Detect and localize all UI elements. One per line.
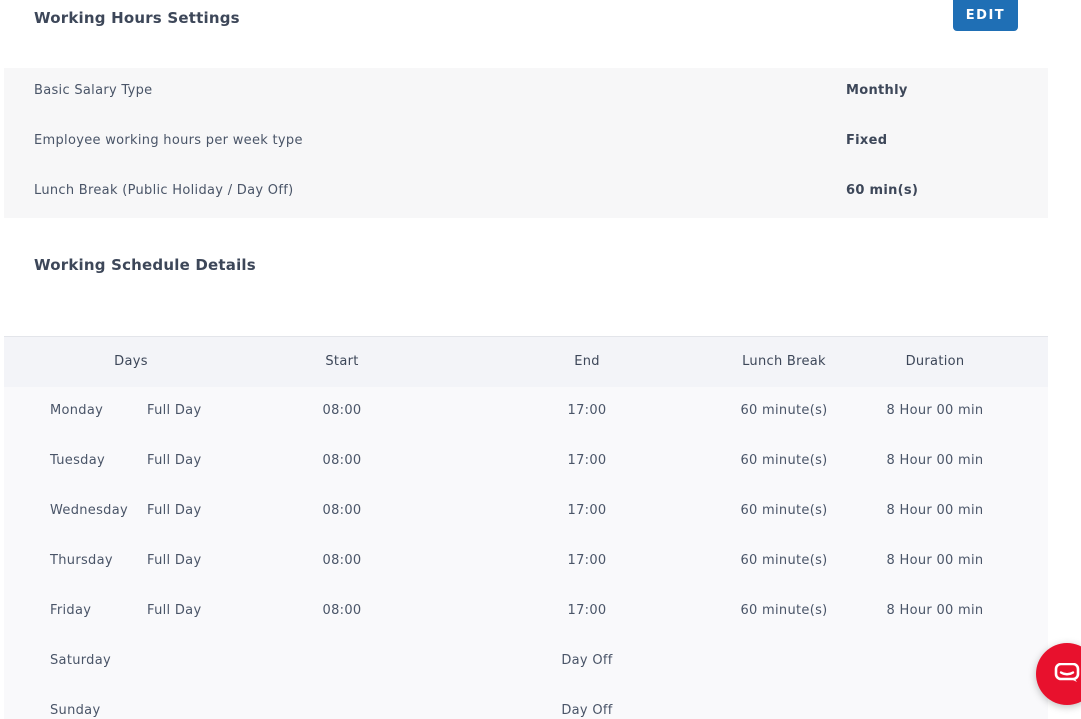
setting-row-hours-type: Employee working hours per week type Fix… — [4, 118, 1048, 168]
cell-lunch-break: 60 minute(s) — [740, 603, 828, 618]
table-row: Friday Full Day 08:00 17:00 60 minute(s) 8 Ho… — [4, 587, 1048, 637]
table-row: Tuesday Full Day 08:00 17:00 60 minute(s) 8 H… — [4, 437, 1048, 487]
setting-label: Basic Salary Type — [34, 83, 153, 98]
setting-value: Fixed — [846, 133, 888, 148]
working-schedule-title: Working Schedule Details — [34, 256, 256, 274]
cell-day: Monday — [50, 403, 104, 418]
setting-value: Monthly — [846, 83, 908, 98]
working-hours-settings-panel: Basic Salary Type Monthly Employee worki… — [4, 68, 1048, 218]
cell-lunch-break: 60 minute(s) — [740, 503, 828, 518]
cell-end: 17:00 — [567, 453, 607, 468]
cell-start: 08:00 — [322, 503, 362, 518]
cell-day-type: Full Day — [147, 553, 202, 568]
chat-icon — [1054, 663, 1080, 682]
cell-end: 17:00 — [567, 603, 607, 618]
cell-lunch-break: 60 minute(s) — [740, 403, 828, 418]
cell-duration: 8 Hour 00 min — [886, 453, 984, 468]
table-row: Sunday Day Off — [4, 687, 1048, 719]
cell-day: Friday — [50, 603, 92, 618]
header-days: Days — [114, 354, 148, 369]
header-end: End — [574, 354, 600, 369]
cell-end: 17:00 — [567, 503, 607, 518]
cell-day: Saturday — [50, 653, 111, 668]
cell-duration: 8 Hour 00 min — [886, 503, 984, 518]
setting-label: Employee working hours per week type — [34, 133, 303, 148]
header-start: Start — [325, 354, 359, 369]
cell-day-type: Full Day — [147, 453, 202, 468]
cell-day-type: Full Day — [147, 503, 202, 518]
cell-lunch-break: 60 minute(s) — [740, 453, 828, 468]
table-row: Monday Full Day 08:00 17:00 60 minute(s) 8 Ho… — [4, 387, 1048, 437]
cell-day: Wednesday — [50, 503, 128, 518]
cell-start: 08:00 — [322, 403, 362, 418]
table-row: Saturday Day Off — [4, 637, 1048, 687]
schedule-table: Days Start End Lunch Break Duration Mond… — [4, 336, 1048, 719]
cell-start: 08:00 — [322, 453, 362, 468]
cell-end: 17:00 — [567, 403, 607, 418]
edit-button[interactable]: EDIT — [953, 0, 1018, 31]
cell-end: Day Off — [561, 653, 613, 668]
cell-lunch-break: 60 minute(s) — [740, 553, 828, 568]
table-row: Wednesday Full Day 08:00 17:00 60 minute(s) 8… — [4, 487, 1048, 537]
cell-day-type: Full Day — [147, 403, 202, 418]
cell-duration: 8 Hour 00 min — [886, 553, 984, 568]
cell-day: Sunday — [50, 703, 101, 718]
cell-day-type: Full Day — [147, 603, 202, 618]
setting-label: Lunch Break (Public Holiday / Day Off) — [34, 183, 294, 198]
cell-duration: 8 Hour 00 min — [886, 403, 984, 418]
cell-start: 08:00 — [322, 553, 362, 568]
header-lunch-break: Lunch Break — [742, 354, 826, 369]
cell-day: Tuesday — [50, 453, 105, 468]
setting-row-lunch-break: Lunch Break (Public Holiday / Day Off) 6… — [4, 168, 1048, 218]
cell-end: Day Off — [561, 703, 613, 718]
header-duration: Duration — [905, 354, 965, 369]
table-row: Thursday Full Day 08:00 17:00 60 minute(s) 8 … — [4, 537, 1048, 587]
working-hours-title: Working Hours Settings — [34, 9, 240, 27]
schedule-table-header: Days Start End Lunch Break Duration — [4, 337, 1048, 387]
cell-start: 08:00 — [322, 603, 362, 618]
cell-duration: 8 Hour 00 min — [886, 603, 984, 618]
cell-end: 17:00 — [567, 553, 607, 568]
setting-value: 60 min(s) — [846, 183, 919, 198]
cell-day: Thursday — [50, 553, 113, 568]
setting-row-salary-type: Basic Salary Type Monthly — [4, 68, 1048, 118]
